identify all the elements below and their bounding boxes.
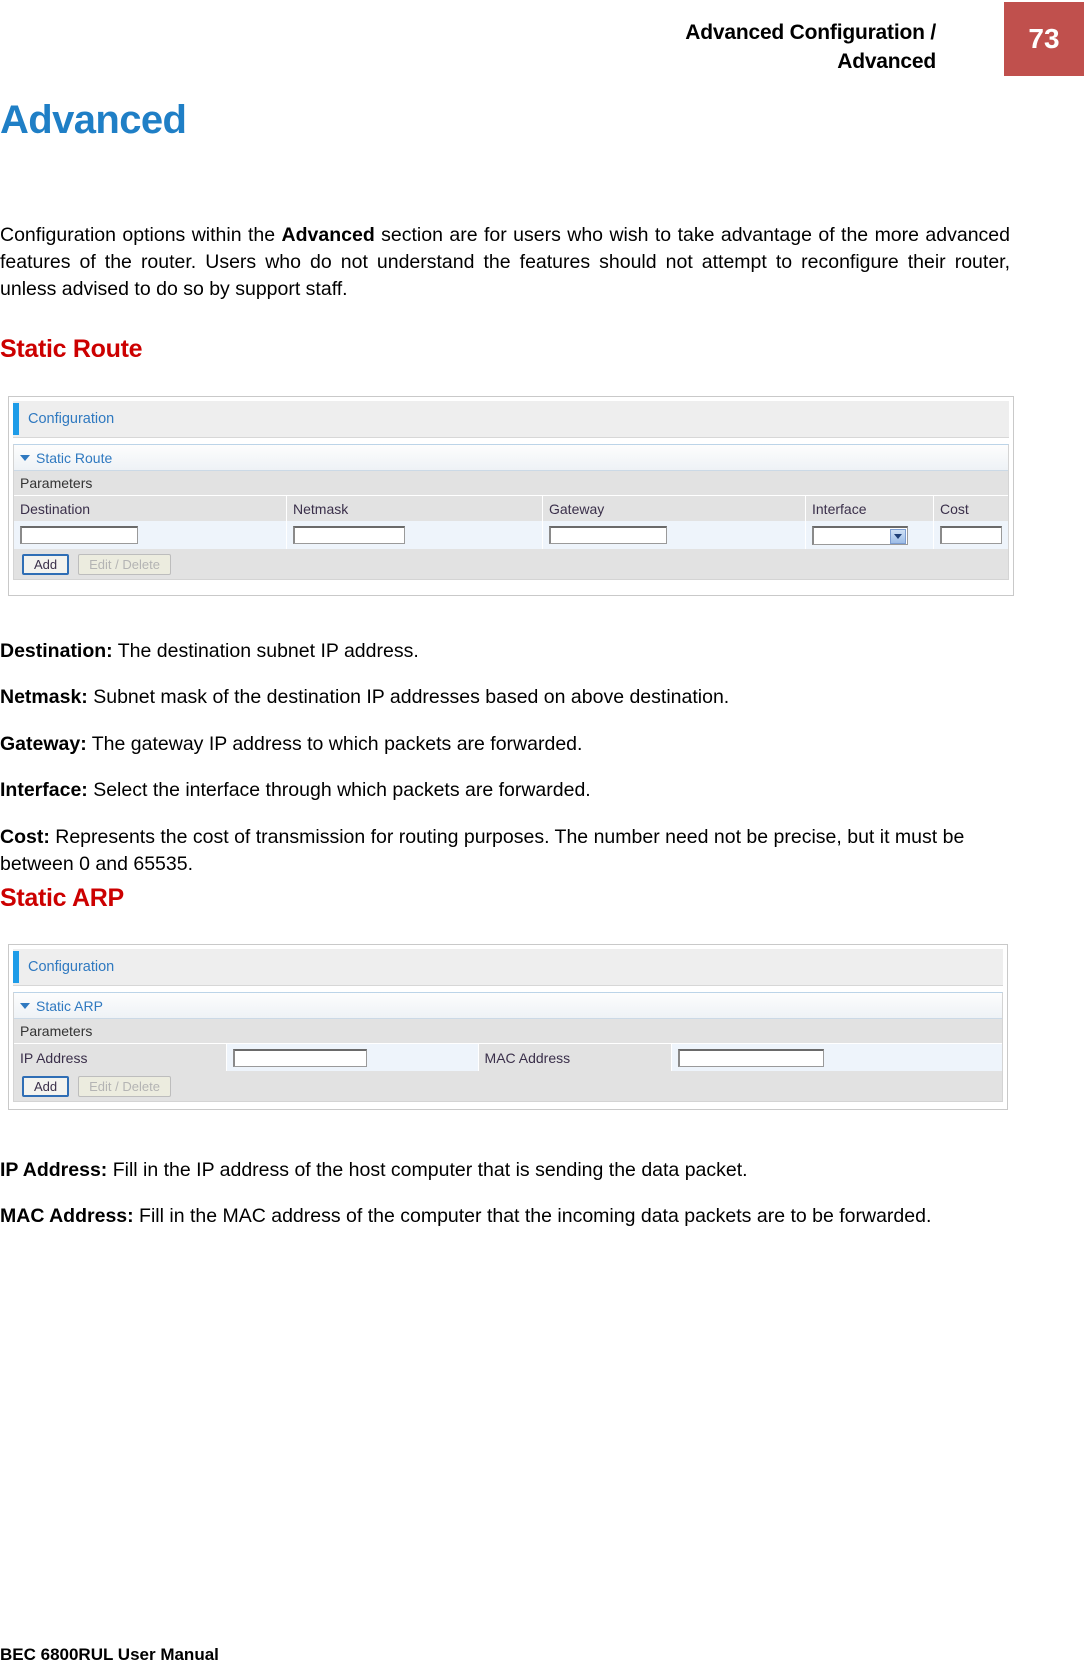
definition-text-mac-address: Fill in the MAC address of the computer … — [133, 1205, 932, 1227]
definition-mac-address: MAC Address: Fill in the MAC address of … — [0, 1203, 1014, 1230]
static-route-config-screenshot: Configuration Static Route Parameters De… — [8, 396, 1014, 596]
static-route-column-header-row: Destination Netmask Gateway Interface Co… — [14, 496, 1008, 521]
chevron-down-icon[interactable] — [890, 528, 906, 544]
static-arp-panel-body: Static ARP Parameters IP Address MAC Add… — [13, 992, 1003, 1102]
gateway-input[interactable] — [549, 526, 667, 544]
static-route-section-label: Static Route — [36, 449, 113, 466]
static-route-section-bar[interactable]: Static Route — [14, 445, 1008, 471]
label-ip-address: IP Address — [14, 1044, 227, 1071]
mac-address-input[interactable] — [678, 1048, 825, 1067]
configuration-label: Configuration — [28, 959, 115, 975]
definition-text-cost: Represents the cost of transmission for … — [0, 825, 965, 875]
section-heading-static-arp: Static ARP — [0, 884, 124, 912]
definition-term-interface: Interface: — [0, 779, 88, 801]
definition-interface: Interface: Select the interface through … — [0, 777, 1014, 804]
static-arp-button-row: Add Edit / Delete — [14, 1071, 1002, 1101]
static-arp-config-screenshot: Configuration Static ARP Parameters IP A… — [8, 944, 1008, 1110]
netmask-field-cell — [287, 521, 543, 549]
definition-term-cost: Cost: — [0, 825, 50, 848]
chevron-down-icon[interactable] — [20, 454, 30, 461]
static-arp-section-label: Static ARP — [36, 997, 103, 1014]
definition-cost: Cost: Represents the cost of transmissio… — [0, 824, 1014, 878]
gateway-field-cell — [543, 521, 806, 549]
definition-ip-address: IP Address: Fill in the IP address of th… — [0, 1157, 1014, 1184]
intro-paragraph: Configuration options within the Advance… — [0, 222, 1010, 303]
intro-bold-advanced: Advanced — [281, 223, 375, 246]
header-title-line2: Advanced — [837, 50, 936, 73]
column-header-netmask: Netmask — [287, 496, 543, 521]
static-route-field-row — [14, 521, 1008, 549]
column-header-cost: Cost — [940, 500, 969, 517]
configuration-label: Configuration — [28, 411, 115, 427]
cost-field-cell — [934, 521, 1008, 549]
configuration-bar: Configuration — [13, 949, 1003, 986]
page-number-badge: 73 — [1004, 2, 1084, 76]
interface-select[interactable] — [812, 525, 908, 545]
definition-term-netmask: Netmask: — [0, 686, 88, 708]
static-arp-definitions: IP Address: Fill in the IP address of th… — [0, 1137, 1014, 1244]
accent-bar-icon — [13, 951, 19, 983]
ip-address-input[interactable] — [232, 1048, 367, 1067]
cost-input[interactable] — [940, 526, 1002, 544]
static-arp-field-row: IP Address MAC Address — [14, 1044, 1002, 1071]
chevron-down-icon[interactable] — [20, 1002, 30, 1009]
static-route-button-row: Add Edit / Delete — [14, 549, 1008, 579]
header-title-line1: Advanced Configuration / — [685, 21, 936, 44]
definition-term-ip-address: IP Address: — [0, 1158, 108, 1181]
column-header-gateway: Gateway — [543, 496, 806, 521]
definition-term-destination: Destination: — [0, 639, 113, 662]
page-running-header: Advanced Configuration / Advanced 73 — [0, 0, 1084, 78]
definition-term-mac-address: MAC Address: — [0, 1205, 134, 1227]
accent-bar-icon — [13, 403, 19, 435]
mac-address-field-cell — [672, 1044, 1002, 1071]
static-route-panel-body: Static Route Parameters Destination Netm… — [13, 444, 1009, 580]
netmask-input[interactable] — [293, 526, 405, 544]
ip-address-field-cell — [226, 1044, 479, 1071]
column-header-interface: Interface — [806, 496, 934, 521]
edit-delete-button[interactable]: Edit / Delete — [78, 1075, 171, 1097]
interface-field-cell — [806, 521, 934, 549]
column-header-destination: Destination — [14, 496, 287, 521]
add-button[interactable]: Add — [22, 553, 70, 575]
definition-text-gateway: The gateway IP address to which packets … — [86, 732, 583, 755]
definition-text-netmask: Subnet mask of the destination IP addres… — [87, 686, 730, 708]
static-route-definitions: Destination: The destination subnet IP a… — [0, 618, 1014, 892]
parameters-bar: Parameters — [14, 471, 1008, 496]
static-arp-section-bar[interactable]: Static ARP — [14, 993, 1002, 1019]
definition-text-ip-address: Fill in the IP address of the host compu… — [107, 1158, 748, 1181]
destination-input[interactable] — [20, 526, 138, 544]
definition-text-destination: The destination subnet IP address. — [112, 639, 419, 662]
intro-text-part1: Configuration options within the — [0, 223, 282, 246]
destination-field-cell — [14, 521, 287, 549]
configuration-bar: Configuration — [13, 401, 1009, 438]
definition-gateway: Gateway: The gateway IP address to which… — [0, 731, 1014, 758]
edit-delete-button[interactable]: Edit / Delete — [78, 553, 171, 575]
section-heading-static-route: Static Route — [0, 335, 143, 363]
definition-netmask: Netmask: Subnet mask of the destination … — [0, 684, 1014, 711]
definition-destination: Destination: The destination subnet IP a… — [0, 638, 1014, 665]
add-button[interactable]: Add — [22, 1075, 70, 1097]
header-title: Advanced Configuration / Advanced — [376, 18, 936, 76]
page-footer: BEC 6800RUL User Manual — [0, 1645, 219, 1664]
definition-term-gateway: Gateway: — [0, 732, 87, 755]
page-title: Advanced — [0, 98, 187, 142]
definition-text-interface: Select the interface through which packe… — [87, 779, 591, 801]
label-mac-address: MAC Address — [478, 1044, 673, 1071]
parameters-bar: Parameters — [14, 1019, 1002, 1044]
